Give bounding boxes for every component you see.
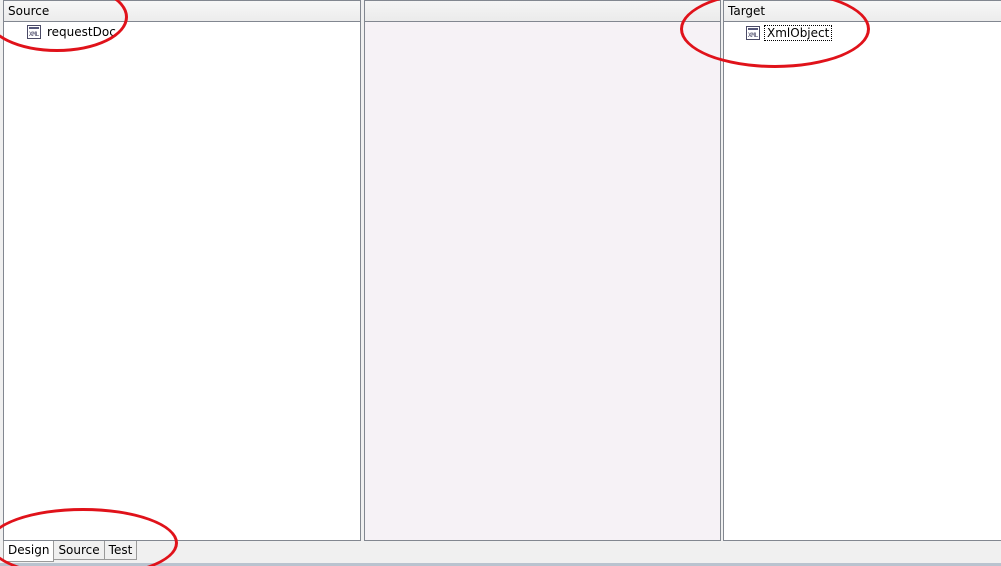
target-pane-header: Target: [724, 1, 1001, 22]
mapping-pane[interactable]: [364, 0, 721, 541]
xml-document-icon: XML: [746, 26, 760, 40]
mapping-pane-header: [365, 1, 720, 22]
mapper-window: Source XML requestDoc Target XML XmlObje…: [0, 0, 1001, 566]
xml-document-icon: XML: [27, 25, 41, 39]
tree-item-label: XmlObject: [764, 25, 833, 41]
tab-source[interactable]: Source: [53, 541, 105, 560]
view-tab-bar: Design Source Test: [3, 541, 138, 562]
target-pane: Target XML XmlObject: [723, 0, 1001, 541]
source-pane-header: Source: [4, 1, 360, 22]
tab-design[interactable]: Design: [3, 541, 55, 562]
tab-test[interactable]: Test: [103, 541, 138, 560]
tree-item-requestdoc[interactable]: XML requestDoc: [27, 23, 118, 41]
source-pane: Source XML requestDoc: [3, 0, 361, 541]
tree-item-xmlobject[interactable]: XML XmlObject: [746, 24, 833, 42]
tree-item-label: requestDoc: [47, 25, 116, 39]
